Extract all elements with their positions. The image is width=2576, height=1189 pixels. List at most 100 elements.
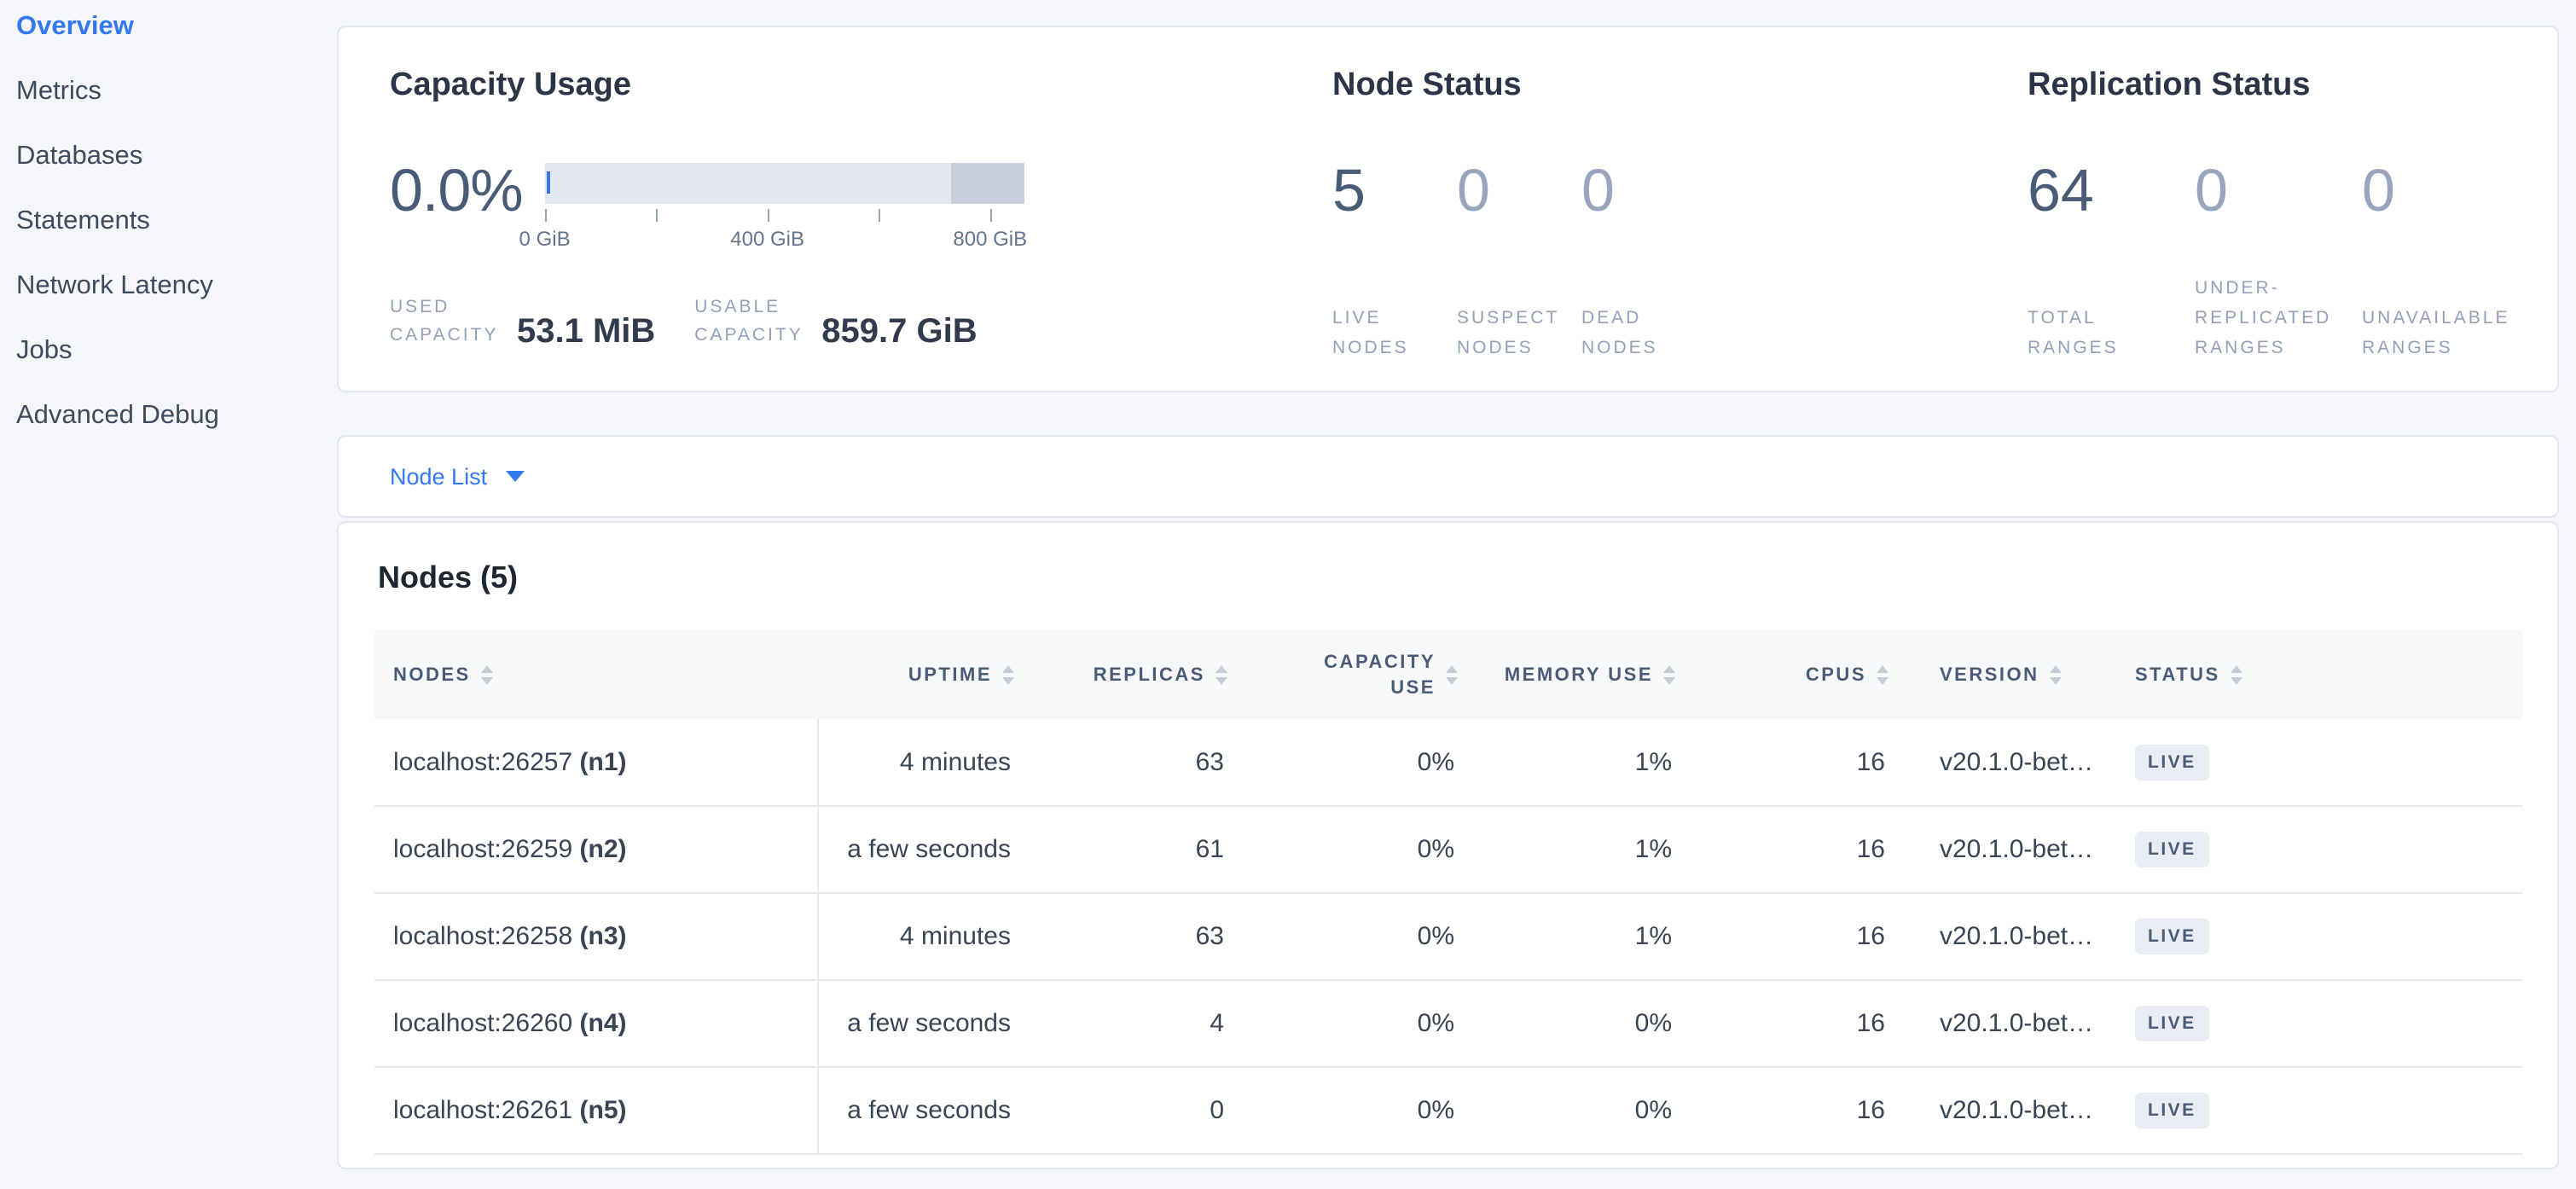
summary-stat-value: 0 (2362, 158, 2529, 223)
node-id: (n4) (580, 1009, 627, 1037)
cell-cpus: 16 (1692, 806, 1906, 893)
column-header-uptime[interactable]: UPTIME (818, 630, 1031, 719)
sort-descending-icon (481, 677, 493, 685)
status-badge: LIVE (2135, 1006, 2209, 1041)
summary-stat: 0 UNAVAILABLE RANGES (2362, 158, 2529, 362)
cell-replicas: 4 (1031, 980, 1244, 1067)
node-status-stats: 5LIVE NODES0SUSPECT NODES0DEAD NODES (1332, 158, 2028, 362)
cell-cpus: 16 (1692, 1067, 1906, 1154)
cell-uptime: 4 minutes (818, 893, 1031, 980)
summary-stat-label: UNDER-REPLICATED RANGES (2195, 273, 2362, 362)
column-header-label: VERSION (1940, 664, 2039, 686)
summary-stat-label: UNAVAILABLE RANGES (2362, 303, 2529, 362)
sort-descending-icon (1215, 677, 1227, 685)
table-header-row: NODESUPTIMEREPLICAS CAPACITY USE MEMORY US… (374, 630, 2522, 719)
gauge-axis-tick (990, 209, 992, 222)
sidebar-item-metrics[interactable]: Metrics (16, 73, 334, 107)
table-row[interactable]: localhost:26261 (n5)a few seconds00%0%16… (374, 1067, 2522, 1154)
capacity-stat-value: 53.1 MiB (517, 313, 655, 349)
capacity-gauge-used-indicator (547, 171, 550, 194)
replication-status-section: Replication Status 64TOTAL RANGES 0UNDER-… (2028, 66, 2557, 391)
sort-icon[interactable] (1215, 665, 1227, 685)
chevron-down-icon (506, 471, 525, 482)
cell-node: localhost:26260 (n4) (374, 980, 818, 1067)
replication-status-title: Replication Status (2028, 66, 2557, 103)
nodes-table: NODESUPTIMEREPLICAS CAPACITY USE MEMORY US… (374, 630, 2522, 1155)
cell-uptime: 4 minutes (818, 719, 1031, 806)
capacity-stat-label: USABLE CAPACITY (694, 293, 809, 349)
capacity-used-percent: 0.0% (390, 158, 523, 253)
sidebar-item-statements[interactable]: Statements (16, 203, 334, 237)
node-host: localhost:26257 (393, 748, 580, 776)
cell-version: v20.1.0-bet… (1906, 1067, 2104, 1154)
cell-capacity_use: 0% (1244, 719, 1475, 806)
table-row[interactable]: localhost:26257 (n1)4 minutes630%1%16v20… (374, 719, 2522, 806)
cell-status: LIVE (2104, 806, 2522, 893)
sort-ascending-icon (1446, 665, 1458, 673)
cell-version: v20.1.0-bet… (1906, 806, 2104, 893)
table-row[interactable]: localhost:26259 (n2)a few seconds610%1%1… (374, 806, 2522, 893)
replication-status-stats: 64TOTAL RANGES 0UNDER-REPLICATED RANGES0 U… (2028, 158, 2557, 362)
sort-descending-icon (1877, 677, 1888, 685)
node-host: localhost:26258 (393, 922, 580, 950)
cell-status: LIVE (2104, 893, 2522, 980)
table-row[interactable]: localhost:26260 (n4)a few seconds40%0%16… (374, 980, 2522, 1067)
sort-icon[interactable] (1663, 665, 1675, 685)
column-header-status[interactable]: STATUS (2104, 630, 2522, 719)
column-header-label: CAPACITY USE (1308, 649, 1436, 700)
sidebar-item-network-latency[interactable]: Network Latency (16, 268, 334, 302)
cell-node: localhost:26259 (n2) (374, 806, 818, 893)
cell-memory_use: 1% (1475, 719, 1692, 806)
column-header-version[interactable]: VERSION (1906, 630, 2104, 719)
sort-descending-icon (2231, 677, 2242, 685)
node-host: localhost:26260 (393, 1009, 580, 1037)
sort-ascending-icon (2231, 665, 2242, 673)
summary-stat-label: SUSPECT NODES (1457, 303, 1581, 362)
gauge-axis-tick-label: 0 GiB (519, 228, 571, 252)
cell-version: v20.1.0-bet… (1906, 719, 2104, 806)
column-header-replicas[interactable]: REPLICAS (1031, 630, 1244, 719)
summary-stat: 0 SUSPECT NODES (1457, 158, 1581, 362)
cell-status: LIVE (2104, 719, 2522, 806)
summary-stat: 64TOTAL RANGES (2028, 158, 2195, 362)
sidebar-item-advanced-debug[interactable]: Advanced Debug (16, 397, 334, 432)
column-header-memory_use[interactable]: MEMORY USE (1475, 630, 1692, 719)
column-header-label: MEMORY USE (1505, 664, 1653, 686)
cell-replicas: 63 (1031, 893, 1244, 980)
sort-ascending-icon (481, 665, 493, 673)
cluster-summary-card: Capacity Usage 0.0% 0 GiB400 GiB800 GiB … (337, 26, 2559, 392)
sidebar-item-databases[interactable]: Databases (16, 138, 334, 172)
sort-icon[interactable] (1002, 665, 1014, 685)
cell-memory_use: 0% (1475, 980, 1692, 1067)
summary-stat-value: 64 (2028, 158, 2195, 223)
main-content: Capacity Usage 0.0% 0 GiB400 GiB800 GiB … (334, 0, 2576, 1189)
table-row[interactable]: localhost:26258 (n3)4 minutes630%1%16v20… (374, 893, 2522, 980)
cell-cpus: 16 (1692, 980, 1906, 1067)
sort-ascending-icon (2050, 665, 2062, 673)
cell-replicas: 63 (1031, 719, 1244, 806)
summary-stat-value: 0 (1457, 158, 1581, 223)
sort-ascending-icon (1215, 665, 1227, 673)
summary-stat-value: 5 (1332, 158, 1457, 223)
cell-memory_use: 0% (1475, 1067, 1692, 1154)
sort-icon[interactable] (2050, 665, 2062, 685)
column-header-label: STATUS (2135, 664, 2220, 686)
summary-stat-label: LIVE NODES (1332, 303, 1457, 362)
sidebar-item-overview[interactable]: Overview (16, 9, 334, 43)
sort-icon[interactable] (1877, 665, 1888, 685)
sidebar-item-jobs[interactable]: Jobs (16, 333, 334, 367)
sort-icon[interactable] (481, 665, 493, 685)
node-list-dropdown[interactable]: Node List (390, 464, 525, 490)
gauge-axis-tick (656, 209, 658, 222)
cell-cpus: 16 (1692, 719, 1906, 806)
sort-ascending-icon (1877, 665, 1888, 673)
sort-descending-icon (1002, 677, 1014, 685)
column-header-cpus[interactable]: CPUS (1692, 630, 1906, 719)
gauge-axis-tick (879, 209, 880, 222)
column-header-capacity_use[interactable]: CAPACITY USE (1244, 630, 1475, 719)
column-header-node[interactable]: NODES (374, 630, 818, 719)
cell-node: localhost:26258 (n3) (374, 893, 818, 980)
sort-icon[interactable] (1446, 665, 1458, 685)
sort-icon[interactable] (2231, 665, 2242, 685)
node-list-dropdown-label: Node List (390, 464, 487, 490)
